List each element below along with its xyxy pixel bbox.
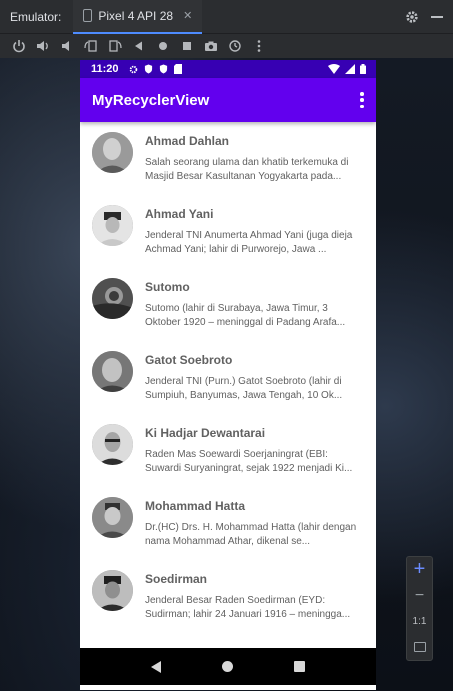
list-item[interactable]: Gatot Soebroto Jenderal TNI (Purn.) Gato… (80, 341, 376, 414)
home-icon[interactable] (156, 39, 170, 53)
volume-up-icon[interactable] (36, 39, 50, 53)
item-description: Raden Mas Soewardi Soerjaningrat (EBI: S… (145, 449, 353, 474)
emulator-label: Emulator: (10, 9, 62, 24)
close-tab-icon[interactable]: ✕ (183, 9, 192, 22)
list-item[interactable]: Sutomo Sutomo (lahir di Surabaya, Jawa T… (80, 268, 376, 341)
phone-screen: 11:20 MyRecyclerView Ahmad Dahlan Salah … (80, 60, 376, 690)
play-notification-icon (159, 64, 167, 74)
zoom-panel: + − 1:1 (406, 556, 433, 661)
avatar (92, 132, 133, 173)
item-description: Salah seorang ulama dan khatib terkemuka… (145, 157, 349, 182)
overflow-menu-icon[interactable] (360, 92, 364, 108)
screenshot-icon[interactable] (204, 39, 218, 53)
item-name: Mohammad Hatta (145, 499, 246, 513)
zoom-fit-icon[interactable] (407, 634, 432, 660)
item-description: Jenderal TNI (Purn.) Gatot Soebroto (lah… (145, 376, 343, 401)
sd-card-icon (173, 64, 182, 74)
volume-down-icon[interactable] (60, 39, 74, 53)
avatar (92, 205, 133, 246)
power-icon[interactable] (12, 39, 26, 53)
status-notification-icons (129, 64, 182, 74)
device-tab[interactable]: Pixel 4 API 28 ✕ (73, 0, 203, 34)
avatar (92, 497, 133, 538)
list-item[interactable]: Ki Hadjar Dewantarai Raden Mas Soewardi … (80, 414, 376, 487)
hero-list: Ahmad Dahlan Salah seorang ulama dan kha… (80, 122, 376, 633)
zoom-actual-size-button[interactable]: 1:1 (407, 609, 432, 635)
item-name: Ahmad Dahlan (145, 134, 230, 148)
zoom-out-icon[interactable]: − (407, 583, 432, 609)
app-title: MyRecyclerView (92, 91, 210, 109)
rotate-right-icon[interactable] (108, 39, 122, 53)
list-item[interactable]: Mohammad Hatta Dr.(HC) Drs. H. Mohammad … (80, 487, 376, 560)
avatar (92, 351, 133, 392)
item-description: Dr.(HC) Drs. H. Mohammad Hatta (lahir de… (145, 522, 357, 547)
status-time: 11:20 (91, 63, 119, 75)
rotate-left-icon[interactable] (84, 39, 98, 53)
item-name: Sutomo (145, 280, 190, 294)
item-name: Ki Hadjar Dewantarai (145, 426, 266, 440)
settings-notification-icon (129, 65, 137, 73)
item-description: Sutomo (lahir di Surabaya, Jawa Timur, 3… (145, 303, 346, 328)
shield-notification-icon (144, 64, 152, 74)
wifi-icon (328, 64, 340, 74)
signal-icon (345, 64, 355, 74)
emulator-toolbar (0, 34, 453, 58)
nav-back-icon[interactable] (150, 660, 161, 673)
nav-home-icon[interactable] (221, 661, 233, 672)
item-name: Soedirman (145, 572, 208, 586)
avatar (92, 424, 133, 465)
status-right-icons (328, 64, 366, 74)
android-navigation-bar (80, 648, 376, 685)
gear-icon[interactable] (405, 10, 419, 24)
emulator-titlebar: Emulator: Pixel 4 API 28 ✕ (0, 0, 453, 34)
more-icon[interactable] (252, 39, 266, 53)
nav-recents-icon[interactable] (294, 661, 306, 672)
item-name: Ahmad Yani (145, 207, 214, 221)
device-tab-label: Pixel 4 API 28 (98, 8, 174, 23)
phone-icon (83, 9, 93, 22)
battery-icon (360, 64, 366, 74)
status-bar: 11:20 (80, 60, 376, 78)
list-item[interactable]: Ahmad Yani Jenderal TNI Anumerta Ahmad Y… (80, 195, 376, 268)
zoom-in-icon[interactable]: + (407, 557, 432, 583)
minimize-icon[interactable] (431, 16, 443, 18)
overview-icon[interactable] (180, 39, 194, 53)
list-item[interactable]: Soedirman Jenderal Besar Raden Soedirman… (80, 560, 376, 633)
snapshot-icon[interactable] (228, 39, 242, 53)
list-item[interactable]: Ahmad Dahlan Salah seorang ulama dan kha… (80, 122, 376, 195)
app-bar: MyRecyclerView (80, 78, 376, 122)
item-description: Jenderal Besar Raden Soedirman (EYD: Sud… (145, 595, 351, 620)
item-description: Jenderal TNI Anumerta Ahmad Yani (juga d… (145, 230, 353, 255)
item-name: Gatot Soebroto (145, 353, 233, 367)
avatar (92, 570, 133, 611)
avatar (92, 278, 133, 319)
back-icon[interactable] (132, 39, 146, 53)
